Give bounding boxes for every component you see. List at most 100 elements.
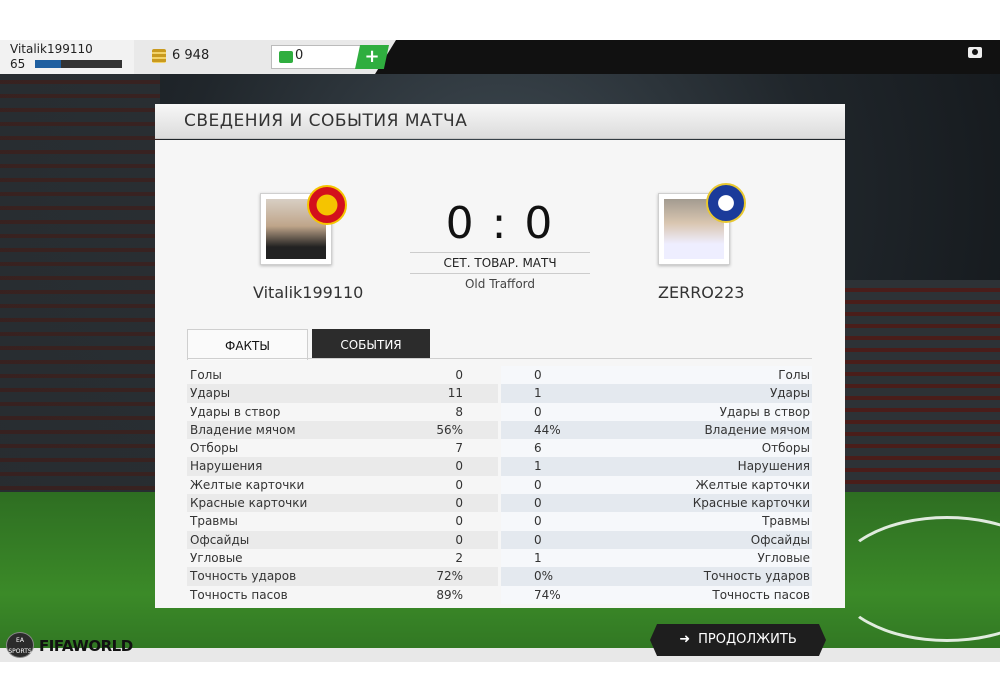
away-stat-value: 44% (534, 422, 561, 437)
coins-balance: 6 948 (172, 48, 210, 63)
top-bar: Vitalik199110 65 (0, 40, 1000, 74)
tab-divider (187, 358, 812, 359)
home-stat-value: 0 (455, 459, 463, 474)
home-stat-cell: Угловые 2 (187, 549, 498, 567)
page-title: СВЕДЕНИЯ И СОБЫТИЯ МАТЧА (184, 111, 468, 131)
away-stat-cell: 0% Точность ударов (501, 567, 812, 586)
away-stat-value: 1 (534, 459, 542, 474)
ea-sports-icon: EA SPORTS (6, 632, 34, 658)
home-stat-value: 11 (447, 386, 463, 401)
home-stat-value: 2 (455, 550, 463, 565)
table-row: Точность ударов 72% 0% Точность ударов (187, 567, 812, 586)
away-stat-value: 0 (534, 477, 542, 492)
continue-button[interactable]: ➜ ПРОДОЛЖИТЬ (650, 624, 826, 656)
table-row: Точность пасов 89% 74% Точность пасов (187, 585, 812, 604)
home-stat-value: 0 (455, 496, 463, 511)
xp-bar (35, 60, 122, 68)
home-stat-cell: Красные карточки 0 (187, 494, 498, 513)
home-stat-cell: Точность пасов 89% (187, 586, 498, 604)
bottom-bar (0, 648, 1000, 662)
away-stat-value: 1 (534, 386, 542, 401)
away-stat-cell: 1 Удары (501, 384, 812, 403)
home-stat-cell: Владение мячом 56% (187, 420, 498, 440)
away-stat-value: 1 (534, 550, 542, 565)
away-stat-cell: 1 Угловые (501, 548, 812, 568)
away-stat-cell: 74% Точность пасов (501, 585, 812, 604)
logo-text: FIFAWORLD (39, 637, 133, 655)
stat-label-left: Отборы (190, 441, 239, 456)
stat-label-right: Желтые карточки (695, 477, 810, 492)
stat-label-left: Удары (190, 386, 231, 401)
home-stat-cell: Травмы 0 (187, 512, 498, 530)
arrow-right-icon: ➜ (679, 632, 691, 647)
tab-facts[interactable]: ФАКТЫ (187, 329, 308, 360)
home-player-name: Vitalik199110 (253, 283, 364, 302)
home-stat-cell: Желтые карточки 0 (187, 476, 498, 494)
home-stat-cell: Офсайды 0 (187, 530, 498, 549)
table-row: Владение мячом 56% 44% Владение мячом (187, 420, 812, 440)
away-stat-value: 0 (534, 404, 542, 419)
table-row: Удары в створ 8 0 Удары в створ (187, 402, 812, 421)
tab-events[interactable]: СОБЫТИЯ (312, 329, 430, 359)
stat-label-right: Точность ударов (703, 569, 810, 584)
away-player-name: ZERRO223 (658, 283, 745, 302)
stat-label-left: Травмы (190, 514, 238, 529)
away-stat-cell: 44% Владение мячом (501, 420, 812, 440)
away-stat-value: 0 (534, 496, 542, 511)
home-stat-value: 89% (436, 587, 463, 602)
away-stat-cell: 0 Голы (501, 366, 812, 385)
stat-label-right: Офсайды (750, 532, 810, 547)
stat-label-right: Удары в створ (719, 404, 810, 419)
home-stat-value: 8 (455, 404, 463, 419)
stat-label-left: Точность пасов (190, 587, 288, 602)
stat-label-left: Голы (190, 368, 222, 382)
stat-label-right: Удары (769, 386, 810, 401)
stat-label-left: Красные карточки (190, 496, 308, 511)
table-row: Желтые карточки 0 0 Желтые карточки (187, 475, 812, 495)
player-info[interactable]: Vitalik199110 65 (0, 40, 135, 74)
stat-label-right: Нарушения (737, 459, 810, 474)
home-stat-cell: Отборы 7 (187, 439, 498, 457)
points-icon (279, 51, 293, 63)
stat-label-right: Красные карточки (692, 496, 810, 511)
stat-label-left: Угловые (190, 550, 243, 565)
away-stat-value: 0 (534, 532, 542, 547)
table-row: Голы 0 0 Голы (187, 366, 812, 385)
points-balance: 0 (295, 48, 304, 63)
stat-label-right: Точность пасов (712, 587, 810, 602)
home-stat-value: 56% (436, 422, 463, 437)
away-stat-value: 0 (534, 368, 542, 382)
stat-label-left: Удары в створ (190, 404, 281, 419)
away-stat-cell: 0 Травмы (501, 512, 812, 531)
xp-fill (35, 60, 62, 68)
home-stat-value: 7 (455, 441, 463, 456)
away-stat-value: 0% (534, 569, 554, 584)
home-stat-cell: Голы 0 (187, 366, 498, 384)
table-row: Отборы 7 6 Отборы (187, 439, 812, 458)
level: 65 (10, 57, 26, 71)
home-stat-value: 0 (455, 477, 463, 492)
away-stat-value: 0 (534, 514, 542, 529)
table-row: Удары 11 1 Удары (187, 384, 812, 403)
table-row: Угловые 2 1 Угловые (187, 548, 812, 568)
match-type: СЕТ. ТОВАР. МАТЧ (410, 252, 590, 274)
home-stat-cell: Удары в створ 8 (187, 403, 498, 421)
table-row: Офсайды 0 0 Офсайды (187, 530, 812, 549)
table-row: Травмы 0 0 Травмы (187, 512, 812, 531)
continue-label: ПРОДОЛЖИТЬ (698, 632, 797, 647)
stat-label-right: Отборы (761, 441, 810, 456)
stat-label-right: Владение мячом (704, 422, 810, 437)
camera-icon[interactable] (968, 47, 982, 58)
away-stat-cell: 1 Нарушения (501, 457, 812, 476)
panel-header: СВЕДЕНИЯ И СОБЫТИЯ МАТЧА (155, 104, 845, 139)
away-stat-cell: 0 Желтые карточки (501, 475, 812, 495)
stat-label-left: Владение мячом (190, 422, 296, 437)
stat-label-right: Голы (778, 368, 810, 382)
stat-label-right: Травмы (762, 514, 810, 529)
stat-label-left: Желтые карточки (190, 477, 305, 492)
home-stat-cell: Точность ударов 72% (187, 567, 498, 586)
stat-label-right: Угловые (757, 550, 810, 565)
away-stat-cell: 0 Красные карточки (501, 494, 812, 513)
stats-table: Голы 0 0 Голы Удары 11 1 Удары Удары в створ 8 0 Уд… (187, 366, 812, 604)
add-points-button[interactable]: + (355, 45, 389, 69)
